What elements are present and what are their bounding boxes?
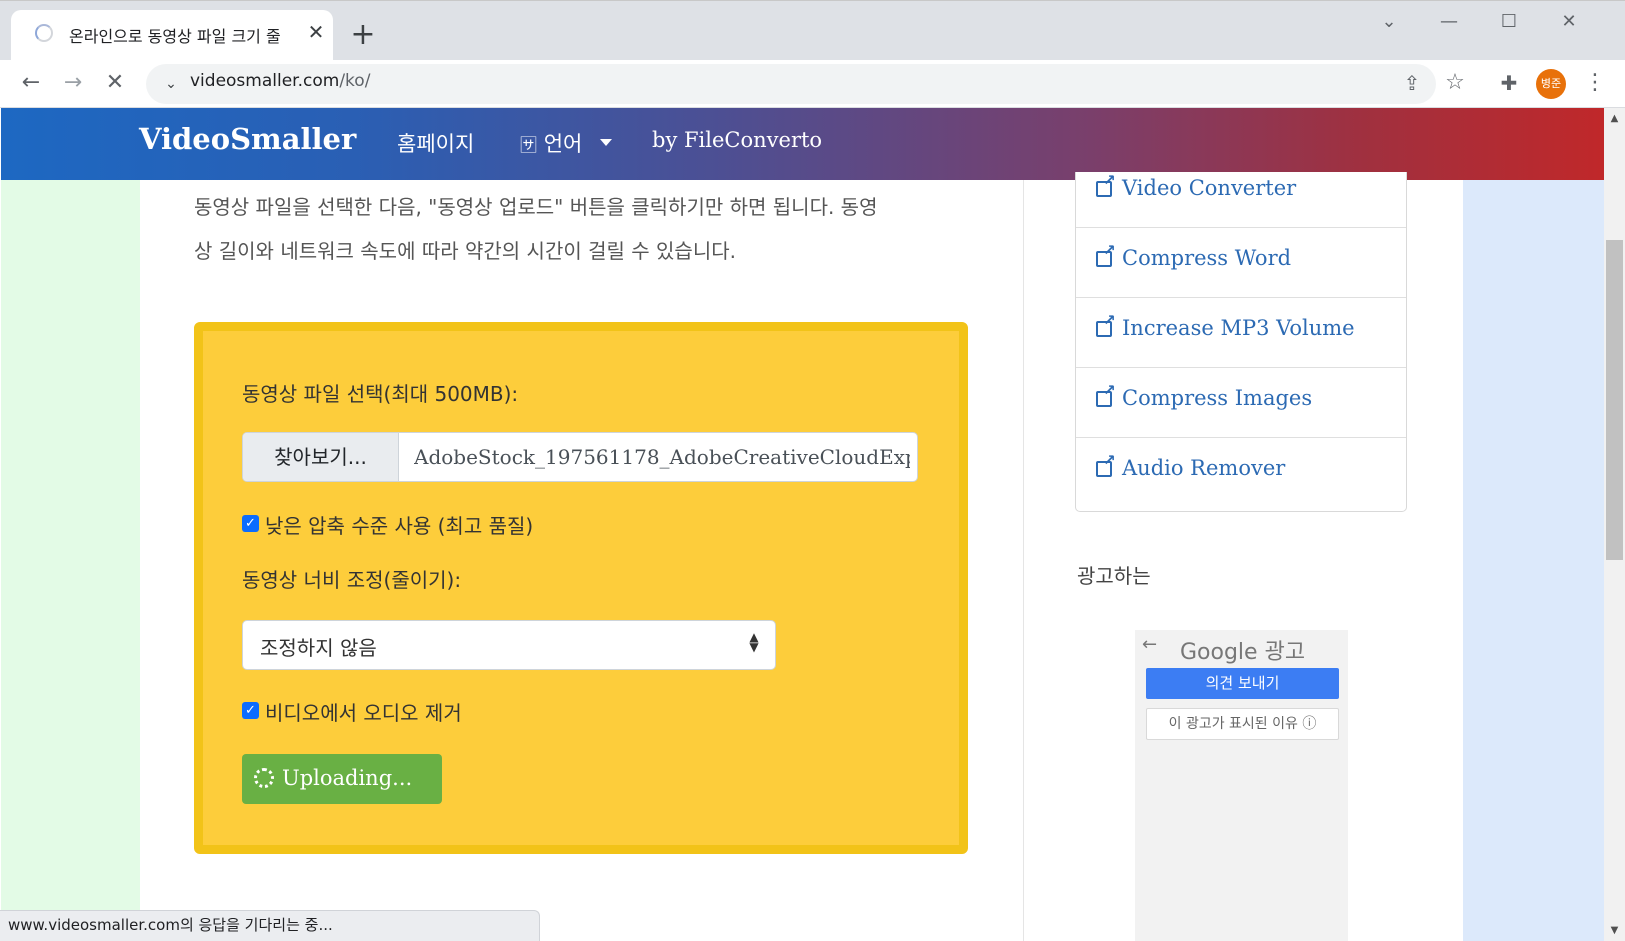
url-path: /ko/ <box>339 71 371 91</box>
low-compression-label[interactable]: 낮은 압축 수준 사용 (최고 품질) <box>265 510 533 539</box>
remove-audio-checkbox[interactable]: ✓ <box>242 702 259 719</box>
loading-spinner-icon <box>35 24 53 42</box>
browse-button[interactable]: 찾아보기... <box>243 433 399 481</box>
nav-language-dropdown[interactable]: 🈂 언어 <box>520 128 582 158</box>
ad-why-link[interactable]: 이 광고가 표시된 이유 ⓘ <box>1146 708 1339 740</box>
sidebar-link-increase-mp3-volume[interactable]: ↗ Increase MP3 Volume <box>1076 298 1406 368</box>
ad-heading: 광고하는 <box>1077 564 1151 588</box>
select-updown-icon: ▲ ▼ <box>749 630 759 654</box>
language-caret-icon <box>600 139 612 146</box>
share-icon[interactable]: ⇪ <box>1395 66 1429 100</box>
tab-search-chevron-icon[interactable]: ⌄ <box>1369 10 1409 34</box>
tab-close-icon[interactable]: ✕ <box>303 19 329 45</box>
ad-back-icon[interactable]: ← <box>1142 634 1157 655</box>
bookmark-star-icon[interactable]: ☆ <box>1438 66 1472 100</box>
maximize-icon[interactable]: ☐ <box>1489 10 1529 34</box>
site-logo[interactable]: VideoSmaller <box>139 122 356 156</box>
nav-language-label: 언어 <box>543 132 583 156</box>
external-link-arrow-icon: ↗ <box>1103 311 1116 329</box>
site-info-icon[interactable]: ⌄ <box>160 70 182 98</box>
external-link-arrow-icon: ↗ <box>1103 171 1116 189</box>
upload-spinner-icon <box>254 768 274 788</box>
external-link-arrow-icon: ↗ <box>1103 241 1116 259</box>
intro-line-1: 동영상 파일을 선택한 다음, "동영상 업로드" 버튼을 클릭하기만 하면 됩… <box>194 195 878 219</box>
forward-icon[interactable]: → <box>56 66 90 100</box>
right-gutter <box>1463 108 1604 941</box>
width-adjust-selected-value: 조정하지 않음 <box>260 636 377 660</box>
status-bubble: www.videosmaller.com의 응답을 기다리는 중... <box>0 910 540 941</box>
external-link-arrow-icon: ↗ <box>1103 451 1116 469</box>
url-host: videosmaller.com <box>190 71 340 91</box>
width-adjust-label: 동영상 너비 조정(줄이기): <box>242 568 462 592</box>
sidebar-link-label: Audio Remover <box>1122 456 1286 480</box>
intro-line-2: 상 길이와 네트워크 속도에 따라 약간의 시간이 걸릴 수 있습니다. <box>194 239 736 263</box>
back-icon[interactable]: ← <box>14 66 48 100</box>
profile-avatar[interactable]: 병준 <box>1536 69 1566 99</box>
sidebar-link-audio-remover[interactable]: ↗ Audio Remover <box>1076 438 1406 508</box>
close-window-icon[interactable]: ✕ <box>1549 10 1589 34</box>
nav-by-fileconverto-link[interactable]: by FileConverto <box>652 128 822 152</box>
scrollbar-thumb[interactable] <box>1606 240 1623 560</box>
ad-google-brand: Google 광고 <box>1180 640 1306 665</box>
browser-tab[interactable]: 온라인으로 동영상 파일 크기 줄 ✕ <box>11 10 333 60</box>
tab-title: 온라인으로 동영상 파일 크기 줄 <box>69 27 281 46</box>
file-select-label: 동영상 파일 선택(최대 500MB): <box>242 382 519 406</box>
extensions-puzzle-icon[interactable]: ✚ <box>1492 66 1526 100</box>
column-divider <box>1023 180 1024 941</box>
scroll-up-icon[interactable]: ▲ <box>1604 110 1625 127</box>
sidebar-link-label: Compress Images <box>1122 386 1313 410</box>
external-link-arrow-icon: ↗ <box>1103 381 1116 399</box>
sidebar-link-video-converter[interactable]: ↗ Video Converter <box>1076 172 1406 228</box>
stop-loading-icon[interactable]: ✕ <box>98 66 132 100</box>
sidebar-link-label: Compress Word <box>1122 246 1292 270</box>
browser-menu-icon[interactable]: ⋮ <box>1578 66 1612 100</box>
remove-audio-label[interactable]: 비디오에서 오디오 제거 <box>265 697 462 726</box>
minimize-icon[interactable]: — <box>1429 10 1469 34</box>
sidebar-link-label: Increase MP3 Volume <box>1122 316 1355 340</box>
sidebar-link-compress-images[interactable]: ↗ Compress Images <box>1076 368 1406 438</box>
sidebar-link-label: Video Converter <box>1122 176 1297 200</box>
scroll-down-icon[interactable]: ▼ <box>1604 922 1625 939</box>
sidebar-link-compress-word[interactable]: ↗ Compress Word <box>1076 228 1406 298</box>
translate-icon: 🈂 <box>520 136 537 156</box>
left-gutter <box>1 108 140 941</box>
upload-button[interactable]: Uploading... <box>242 754 442 804</box>
new-tab-icon[interactable]: + <box>348 20 378 50</box>
ad-feedback-button[interactable]: 의견 보내기 <box>1146 668 1339 699</box>
upload-button-label: Uploading... <box>282 766 413 790</box>
low-compression-checkbox[interactable]: ✓ <box>242 515 259 532</box>
selected-file-name: AdobeStock_197561178_AdobeCreativeCloudE… <box>414 445 910 469</box>
url-text[interactable]: videosmaller.com/ko/ <box>190 71 370 91</box>
nav-home-link[interactable]: 홈페이지 <box>397 128 474 158</box>
